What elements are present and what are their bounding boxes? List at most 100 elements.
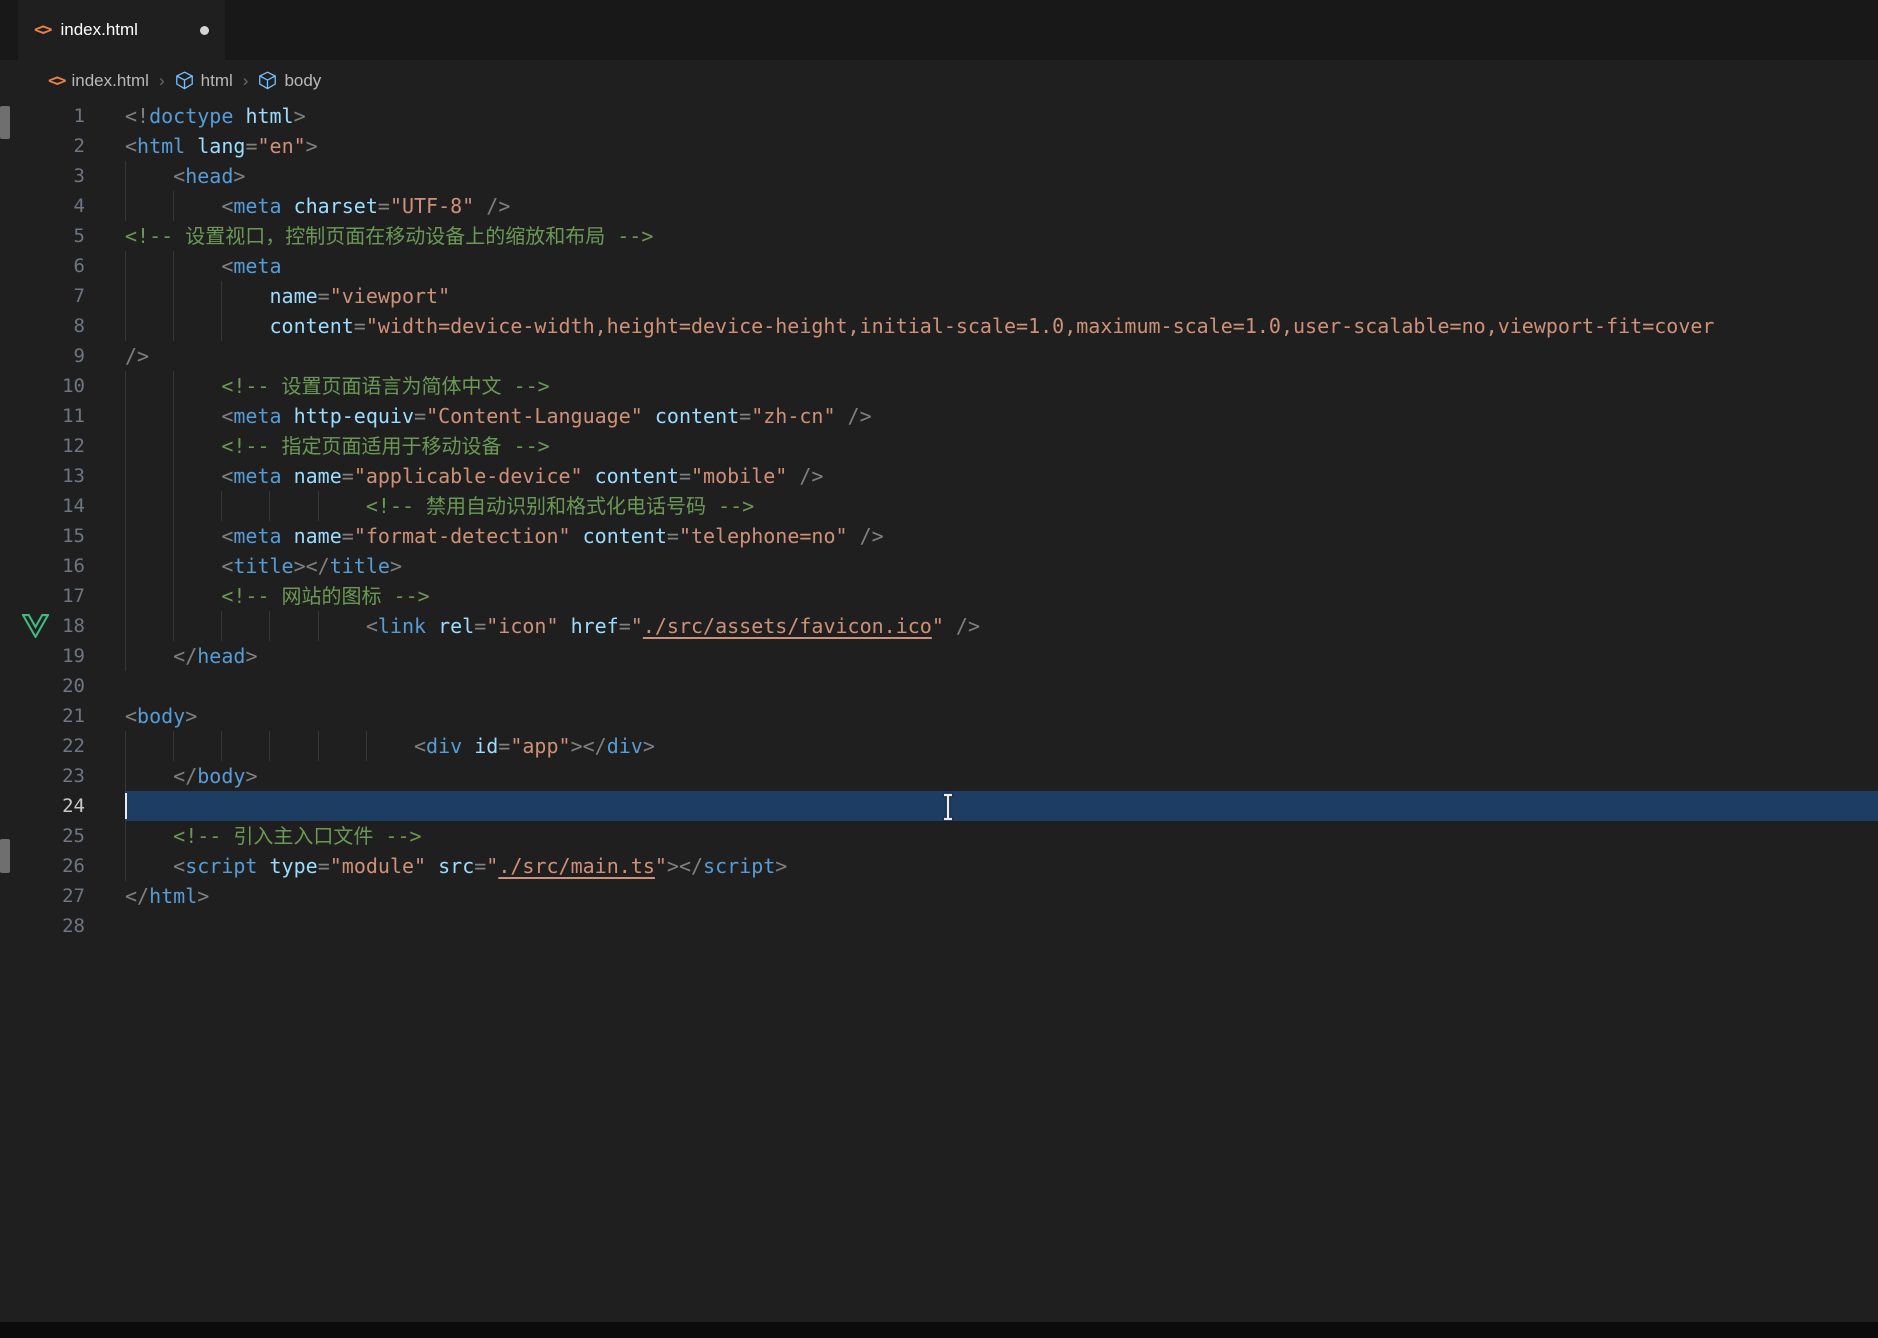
indent-guide: [221, 611, 223, 641]
code-line-12[interactable]: 12 <!-- 指定页面适用于移动设备 -->: [0, 431, 1878, 461]
symbol-cube-icon: [258, 71, 277, 90]
code-line-11[interactable]: 11 <meta http-equiv="Content-Language" c…: [0, 401, 1878, 431]
line-number-23[interactable]: 23: [0, 761, 85, 791]
indent-guide: [173, 551, 175, 581]
indent-guide: [125, 611, 126, 641]
line-number-3[interactable]: 3: [0, 161, 85, 191]
code-line-24[interactable]: 24: [0, 791, 1878, 821]
indent-guide: [125, 401, 126, 431]
code-text: name="viewport": [85, 281, 1878, 311]
line-number-16[interactable]: 16: [0, 551, 85, 581]
indent-guide: [173, 251, 175, 281]
line-number-6[interactable]: 6: [0, 251, 85, 281]
chevron-right-icon: ›: [242, 70, 249, 90]
code-text: <meta: [85, 251, 1878, 281]
indent-guide: [317, 731, 319, 761]
breadcrumb-symbol-html[interactable]: html: [201, 71, 233, 91]
code-line-6[interactable]: 6 <meta: [0, 251, 1878, 281]
code-line-20[interactable]: 20: [0, 671, 1878, 701]
code-line-10[interactable]: 10 <!-- 设置页面语言为简体中文 -->: [0, 371, 1878, 401]
code-line-1[interactable]: 1 <!doctype html>: [0, 101, 1878, 131]
code-text: </body>: [85, 761, 1878, 791]
tab-bar: <> index.html: [0, 0, 1878, 60]
code-line-18[interactable]: 18 <link rel="icon" href="./src/assets/f…: [0, 611, 1878, 641]
code-line-9[interactable]: 9 />: [0, 341, 1878, 371]
symbol-cube-icon: [175, 71, 194, 90]
code-line-17[interactable]: 17 <!-- 网站的图标 -->: [0, 581, 1878, 611]
line-number-13[interactable]: 13: [0, 461, 85, 491]
code-text: <html lang="en">: [125, 134, 318, 158]
line-number-14[interactable]: 14: [0, 491, 85, 521]
code-line-22[interactable]: 22 <div id="app"></div>: [0, 731, 1878, 761]
code-text: <!-- 设置页面语言为简体中文 -->: [85, 371, 1878, 401]
indent-guide: [221, 311, 223, 341]
left-scrollbar-marker[interactable]: [0, 839, 10, 873]
line-number-1[interactable]: 1: [0, 101, 85, 131]
line-number-27[interactable]: 27: [0, 881, 85, 911]
line-number-20[interactable]: 20: [0, 671, 85, 701]
line-number-5[interactable]: 5: [0, 221, 85, 251]
code-line-27[interactable]: 27 </html>: [0, 881, 1878, 911]
indent-guide: [125, 731, 126, 761]
code-line-25[interactable]: 25 <!-- 引入主入口文件 -->: [0, 821, 1878, 851]
line-number-21[interactable]: 21: [0, 701, 85, 731]
code-line-21[interactable]: 21 <body>: [0, 701, 1878, 731]
line-number-4[interactable]: 4: [0, 191, 85, 221]
indent-guide: [269, 491, 271, 521]
left-scrollbar-marker[interactable]: [0, 106, 10, 139]
line-number-12[interactable]: 12: [0, 431, 85, 461]
code-line-26[interactable]: 26 <script type="module" src="./src/main…: [0, 851, 1878, 881]
modified-dot-icon[interactable]: [200, 25, 209, 35]
code-text: </head>: [85, 641, 1878, 671]
breadcrumb-symbol-body[interactable]: body: [284, 71, 321, 91]
code-line-15[interactable]: 15 <meta name="format-detection" content…: [0, 521, 1878, 551]
code-line-23[interactable]: 23 </body>: [0, 761, 1878, 791]
code-line-5[interactable]: 5 <!-- 设置视口，控制页面在移动设备上的缩放和布局 -->: [0, 221, 1878, 251]
indent-guide: [125, 851, 126, 881]
code-text: <title></title>: [85, 551, 1878, 581]
line-number-2[interactable]: 2: [0, 131, 85, 161]
code-line-16[interactable]: 16 <title></title>: [0, 551, 1878, 581]
code-text: <div id="app"></div>: [85, 731, 1878, 761]
line-number-8[interactable]: 8: [0, 311, 85, 341]
code-line-7[interactable]: 7 name="viewport": [0, 281, 1878, 311]
line-number-25[interactable]: 25: [0, 821, 85, 851]
line-number-9[interactable]: 9: [0, 341, 85, 371]
code-text: <head>: [85, 161, 1878, 191]
line-number-17[interactable]: 17: [0, 581, 85, 611]
indent-guide: [125, 161, 126, 191]
code-line-4[interactable]: 4 <meta charset="UTF-8" />: [0, 191, 1878, 221]
line-number-22[interactable]: 22: [0, 731, 85, 761]
breadcrumb-file[interactable]: index.html: [71, 71, 148, 91]
code-line-2[interactable]: 2 <html lang="en">: [0, 131, 1878, 161]
code-line-14[interactable]: 14 <!-- 禁用自动识别和格式化电话号码 -->: [0, 491, 1878, 521]
code-line-8[interactable]: 8 content="width=device-width,height=dev…: [0, 311, 1878, 341]
tab-index-html[interactable]: <> index.html: [18, 0, 225, 60]
indent-guide: [125, 761, 126, 791]
code-text: <body>: [125, 704, 198, 728]
code-editor[interactable]: 1 <!doctype html> 2 <html lang="en"> 3 <head…: [0, 101, 1878, 941]
code-text: <!-- 禁用自动识别和格式化电话号码 -->: [85, 491, 1878, 521]
line-number-11[interactable]: 11: [0, 401, 85, 431]
indent-guide: [125, 251, 126, 281]
indent-guide: [173, 431, 175, 461]
line-number-28[interactable]: 28: [0, 911, 85, 941]
line-number-7[interactable]: 7: [0, 281, 85, 311]
code-text: />: [125, 344, 150, 368]
indent-guide: [125, 521, 126, 551]
text-caret: [125, 793, 127, 819]
indent-guide: [269, 731, 271, 761]
code-line-3[interactable]: 3 <head>: [0, 161, 1878, 191]
line-number-10[interactable]: 10: [0, 371, 85, 401]
line-number-19[interactable]: 19: [0, 641, 85, 671]
tab-label: index.html: [60, 20, 138, 39]
line-number-26[interactable]: 26: [0, 851, 85, 881]
code-text: <!-- 设置视口，控制页面在移动设备上的缩放和布局 -->: [125, 224, 654, 248]
indent-guide: [125, 461, 126, 491]
line-number-24[interactable]: 24: [0, 791, 85, 821]
code-line-28[interactable]: 28: [0, 911, 1878, 941]
line-number-15[interactable]: 15: [0, 521, 85, 551]
vscode-window: { "tab_bar": { "tabs": [ { "label": "ind…: [0, 0, 1878, 1338]
code-line-13[interactable]: 13 <meta name="applicable-device" conten…: [0, 461, 1878, 491]
code-line-19[interactable]: 19 </head>: [0, 641, 1878, 671]
